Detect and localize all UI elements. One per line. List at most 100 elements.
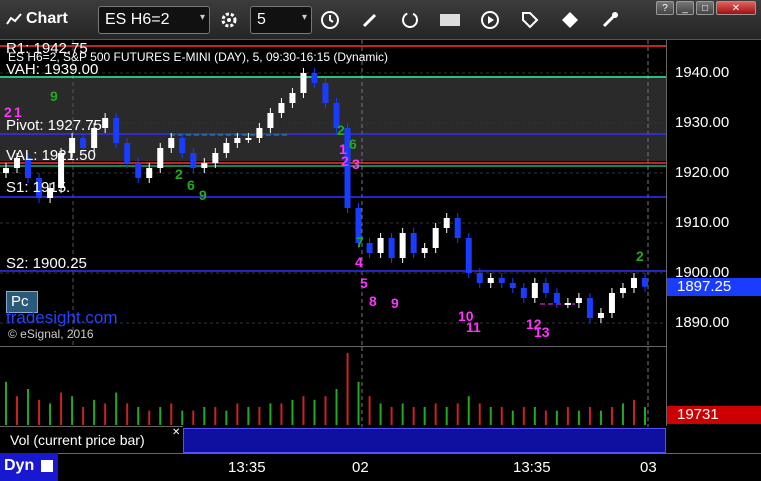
price-tick: 1930.00 <box>675 114 730 131</box>
volume-bar <box>181 410 184 425</box>
volume-bar <box>445 407 448 425</box>
volume-bar <box>302 396 305 425</box>
candle-body <box>454 218 461 238</box>
price-chart-canvas <box>0 40 666 346</box>
time-label: 03 <box>640 459 657 476</box>
candle-body <box>113 118 120 143</box>
r1-label: R1: 1942.75 <box>6 40 88 57</box>
volume-bar <box>423 407 426 425</box>
interval-dropdown[interactable]: 5 ▾ <box>250 6 312 34</box>
volume-bar <box>269 403 272 425</box>
candle-body <box>520 288 527 298</box>
candle-body <box>619 288 626 293</box>
candle-body <box>179 138 186 153</box>
gear-icon[interactable] <box>217 8 241 32</box>
dyn-label: Dyn <box>4 457 35 474</box>
time-axis[interactable]: 13:35 02 13:35 03 <box>0 453 761 481</box>
volume-bar <box>258 407 261 425</box>
diamond-icon[interactable] <box>558 8 582 32</box>
chevron-down-icon: ▾ <box>199 12 205 23</box>
volume-bar <box>137 407 140 425</box>
trade-marker: 6 <box>349 136 357 152</box>
candle-body <box>509 283 516 288</box>
candle-body <box>300 73 307 93</box>
help-button[interactable]: ? <box>656 1 674 15</box>
volume-bar <box>478 403 481 425</box>
volume-bar <box>313 399 316 425</box>
candle-body <box>135 163 142 178</box>
candle-body <box>245 138 252 140</box>
volume-bar <box>599 410 602 425</box>
toolbar: Chart ES H6=2 ▾ 5 ▾ ? _ □ ✕ <box>0 0 761 40</box>
trade-marker: 2 <box>337 122 345 138</box>
symbol-dropdown[interactable]: ES H6=2 ▾ <box>98 6 210 34</box>
volume-bar <box>49 403 52 425</box>
candle-body <box>575 298 582 303</box>
clock-icon[interactable] <box>318 8 342 32</box>
volume-bar <box>456 403 459 425</box>
pencil-icon[interactable] <box>358 8 382 32</box>
volume-bar <box>291 399 294 425</box>
volume-bar <box>93 399 96 425</box>
last-price-tag: 1897.25 <box>667 278 761 296</box>
volume-bar <box>159 407 162 425</box>
volume-bar <box>247 407 250 425</box>
copyright: © eSignal, 2016 <box>8 327 94 341</box>
candle-body <box>256 128 263 138</box>
volume-bar <box>203 407 206 425</box>
trade-marker: 3 <box>352 156 360 172</box>
trade-marker: 1 <box>14 104 22 120</box>
refresh-icon[interactable] <box>398 8 422 32</box>
candle-body <box>542 283 549 293</box>
volume-bar <box>500 407 503 425</box>
play-icon[interactable] <box>478 8 502 32</box>
s1-label: S1: 1915. <box>6 179 71 196</box>
volume-bar <box>533 407 536 425</box>
volume-bar <box>412 407 415 425</box>
chart-icon <box>6 13 22 25</box>
candle-body <box>498 278 505 283</box>
candle-body <box>388 238 395 258</box>
candle-body <box>267 113 274 128</box>
template-icon[interactable] <box>438 8 462 32</box>
trade-marker: 8 <box>369 293 377 309</box>
maximize-button[interactable]: □ <box>696 1 714 15</box>
close-button[interactable]: ✕ <box>716 1 756 15</box>
trade-marker: 7 <box>356 234 364 250</box>
minimize-button[interactable]: _ <box>676 1 694 15</box>
candle-body <box>102 118 109 128</box>
candle-body <box>377 238 384 253</box>
price-chart[interactable]: ES H6=2, S&P 500 FUTURES E-MINI (DAY), 5… <box>0 40 666 346</box>
volume-bar <box>148 410 151 425</box>
candle-body <box>223 143 230 153</box>
dynamic-mode-button[interactable]: Dyn <box>0 453 58 481</box>
volume-bar <box>16 396 19 425</box>
candle-body <box>289 93 296 103</box>
price-tick: 1920.00 <box>675 164 730 181</box>
vah-label: VAH: 1939.00 <box>6 61 99 78</box>
volume-bar <box>324 396 327 425</box>
trade-marker: 2 <box>341 153 349 169</box>
volume-bar <box>225 410 228 425</box>
candle-body <box>146 168 153 178</box>
settings-icon[interactable] <box>598 8 622 32</box>
volume-legend: Vol (current price bar) <box>0 426 183 453</box>
lock-icon <box>40 459 53 472</box>
volume-pane[interactable] <box>0 346 666 427</box>
candle-body <box>487 278 494 283</box>
trade-marker: 9 <box>199 187 207 203</box>
volume-bar <box>27 389 30 425</box>
candle-body <box>190 153 197 168</box>
volume-bar <box>60 392 63 425</box>
price-axis[interactable]: 1940.00 1930.00 1920.00 1910.00 1900.00 … <box>666 40 761 426</box>
trade-marker: 5 <box>360 275 368 291</box>
candle-body <box>399 233 406 258</box>
tag-icon[interactable] <box>518 8 542 32</box>
candle-body <box>465 238 472 273</box>
volume-tag: 19731 <box>667 406 761 424</box>
trade-marker: 9 <box>391 295 399 311</box>
trade-marker: 11 <box>466 319 481 335</box>
close-icon[interactable]: ✕ <box>172 427 180 438</box>
candle-body <box>421 248 428 253</box>
candle-body <box>366 243 373 253</box>
